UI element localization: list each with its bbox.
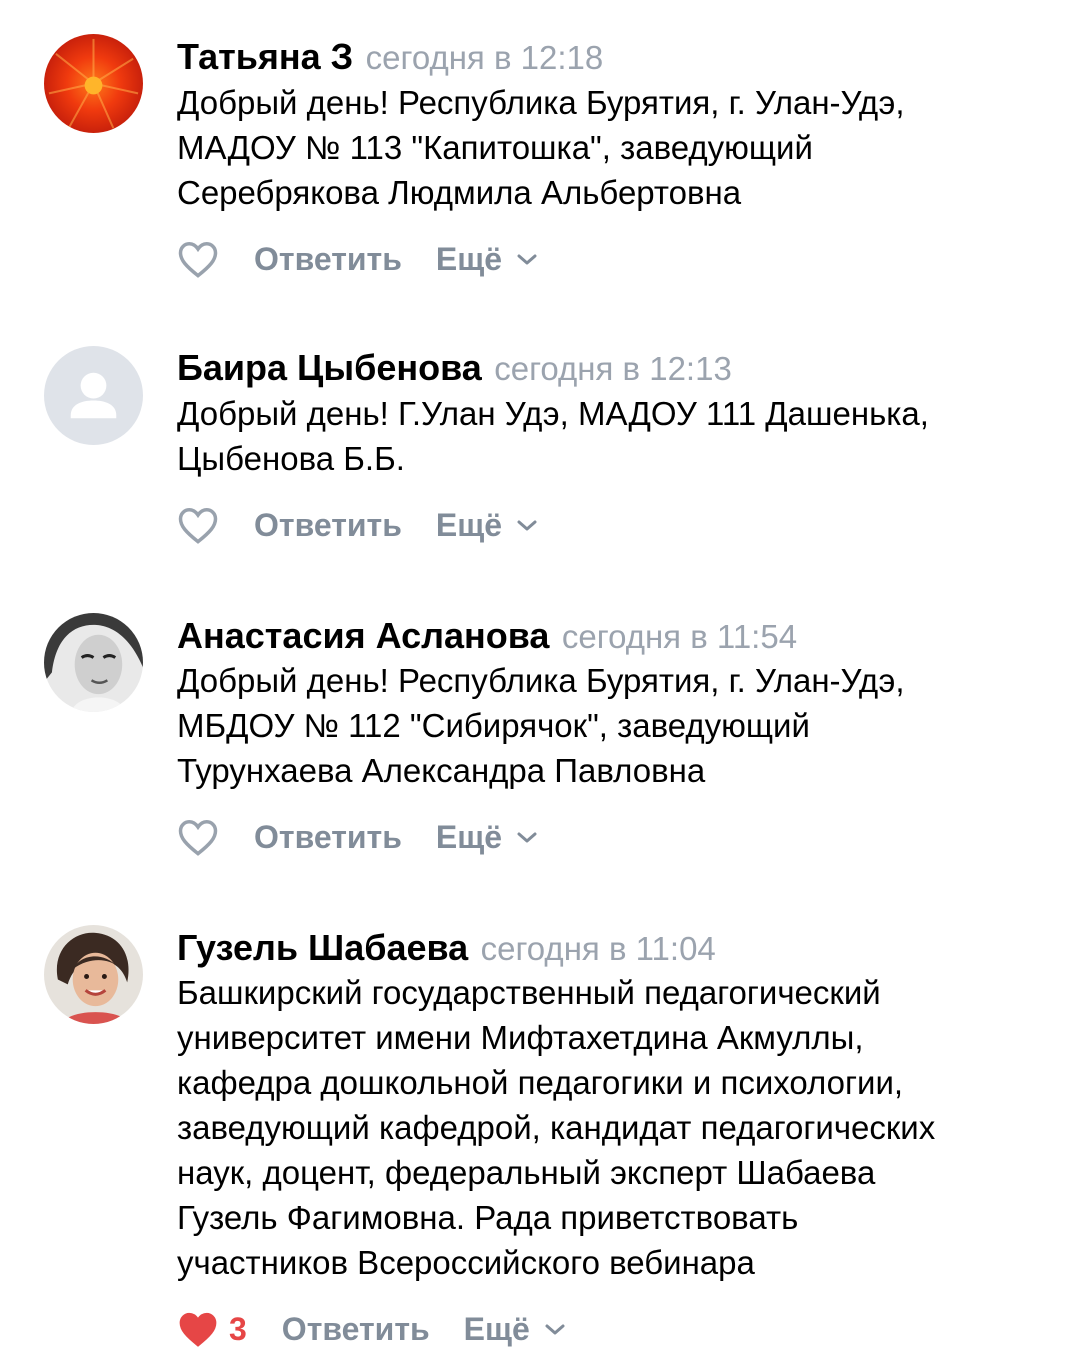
comment-text: Добрый день! Республика Бурятия, г. Улан… [177, 84, 905, 211]
avatar[interactable] [44, 34, 143, 133]
more-button[interactable]: Ещё [436, 819, 538, 856]
comment-header: Гузель Шабаева сегодня в 11:04 [177, 927, 716, 969]
comment-header: Татьяна З сегодня в 12:18 [177, 36, 603, 78]
like-icon[interactable] [177, 505, 219, 545]
comment-time[interactable]: сегодня в 11:04 [481, 930, 716, 967]
comment-time[interactable]: сегодня в 11:54 [562, 618, 797, 655]
more-button[interactable]: Ещё [464, 1311, 566, 1348]
comment-actions: Ответить Ещё [177, 815, 538, 859]
author-name[interactable]: Анастасия Асланова [177, 615, 549, 656]
like-count[interactable]: 3 [229, 1311, 247, 1348]
avatar[interactable] [44, 925, 143, 1024]
more-button[interactable]: Ещё [436, 241, 538, 278]
avatar[interactable] [44, 346, 143, 445]
more-label: Ещё [435, 818, 503, 855]
comment-header: Анастасия Асланова сегодня в 11:54 [177, 615, 797, 657]
comment-actions: Ответить Ещё [177, 503, 538, 547]
reply-button[interactable]: Ответить [254, 507, 402, 544]
more-label: Ещё [463, 1310, 530, 1347]
chevron-down-icon [544, 1322, 566, 1336]
comment-header: Баира Цыбенова сегодня в 12:13 [177, 347, 732, 389]
comment-text: Добрый день! Республика Бурятия, г. Улан… [177, 662, 905, 789]
comment-actions: 3 Ответить Ещё [177, 1307, 566, 1351]
default-user-icon [44, 346, 143, 445]
avatar-portrait-image [44, 925, 143, 1024]
more-button[interactable]: Ещё [436, 507, 538, 544]
avatar-flower-image [44, 34, 143, 133]
avatar[interactable] [44, 613, 143, 712]
reply-button[interactable]: Ответить [254, 819, 402, 856]
more-label: Ещё [435, 240, 503, 277]
more-label: Ещё [435, 506, 503, 543]
avatar-portrait-image [44, 613, 143, 712]
comment-text: Добрый день! Г.Улан Удэ, МАДОУ 111 Дашен… [177, 395, 929, 477]
comment-text: Башкирский государственный педагогически… [177, 974, 936, 1281]
author-name[interactable]: Гузель Шабаева [177, 927, 468, 968]
author-name[interactable]: Баира Цыбенова [177, 347, 482, 388]
author-name[interactable]: Татьяна З [177, 36, 353, 77]
comment-time[interactable]: сегодня в 12:18 [366, 39, 604, 76]
reply-button[interactable]: Ответить [254, 241, 402, 278]
like-icon-filled[interactable] [177, 1309, 219, 1349]
comment-time[interactable]: сегодня в 12:13 [494, 350, 732, 387]
reply-button[interactable]: Ответить [282, 1311, 430, 1348]
like-icon[interactable] [177, 239, 219, 279]
chevron-down-icon [516, 518, 538, 532]
comment-actions: Ответить Ещё [177, 237, 538, 281]
like-icon[interactable] [177, 817, 219, 857]
chevron-down-icon [516, 252, 538, 266]
chevron-down-icon [516, 830, 538, 844]
